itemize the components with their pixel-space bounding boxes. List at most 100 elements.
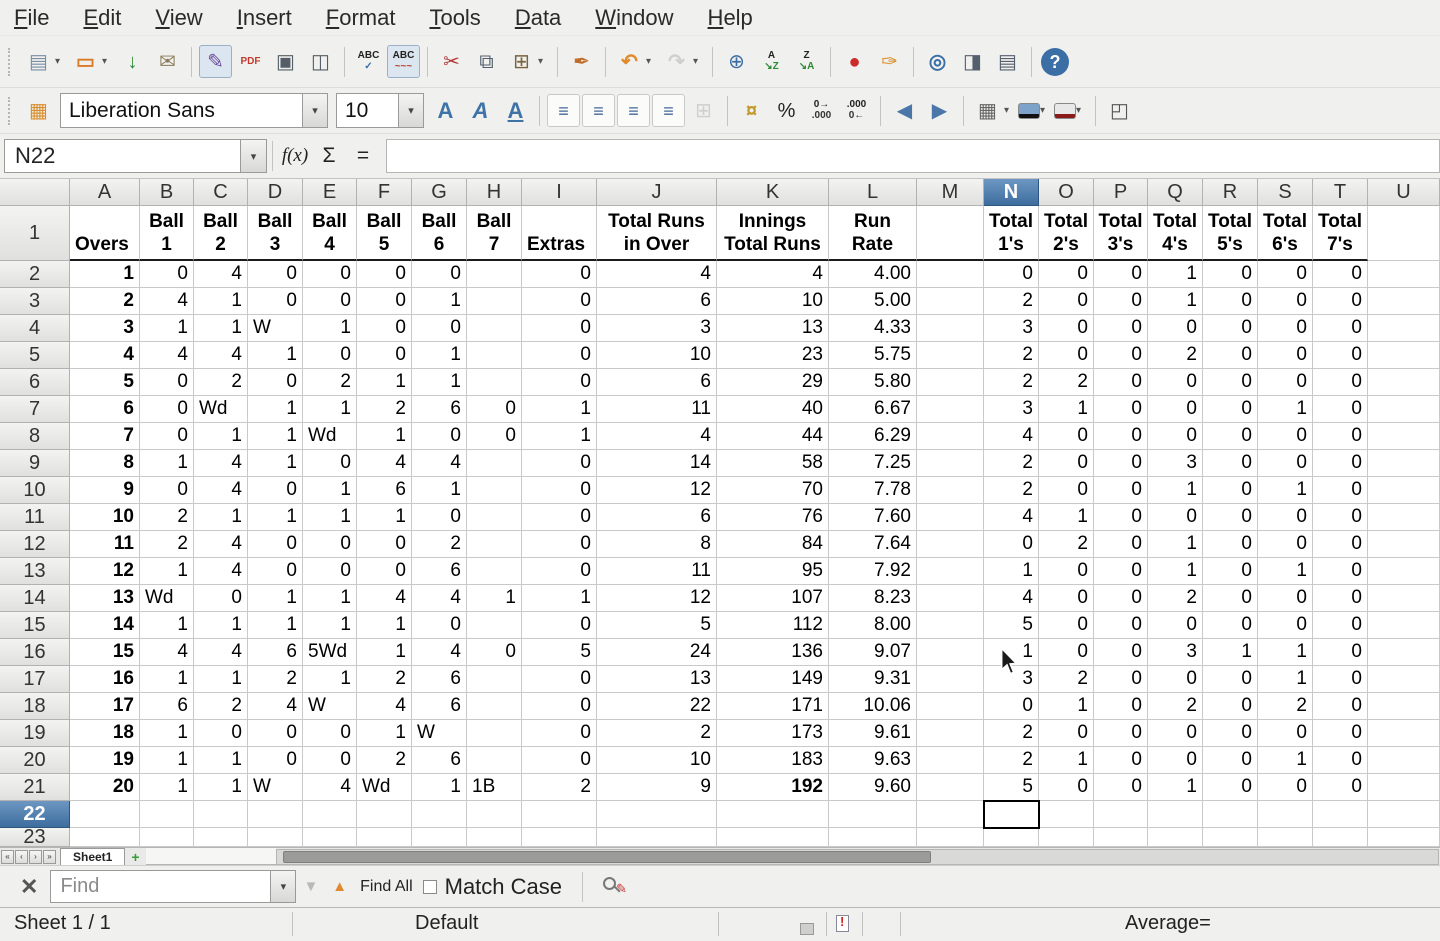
cell-K17[interactable]: 149 [717,666,829,693]
find-input[interactable]: Find ▾ [50,870,296,903]
cell-K6[interactable]: 29 [717,369,829,396]
col-header-Q[interactable]: Q [1148,179,1203,206]
cell-G11[interactable]: 0 [412,504,467,531]
cell-E16[interactable]: 5Wd [303,639,357,666]
cell-F2[interactable]: 0 [357,261,412,288]
cell-D6[interactable]: 0 [248,369,303,396]
font-color-dropdown[interactable]: ▾ [1076,105,1087,116]
col-header-T[interactable]: T [1313,179,1368,206]
cell-U11[interactable] [1368,504,1440,531]
cell-H14[interactable]: 1 [467,585,522,612]
new-document-dropdown[interactable]: ▾ [55,56,66,67]
cell-I11[interactable]: 0 [522,504,597,531]
cell-N12[interactable]: 0 [984,531,1039,558]
cell-D19[interactable]: 0 [248,720,303,747]
sort-descending-icon[interactable]: Z↘A [790,45,823,78]
copy-icon[interactable]: ⧉ [470,45,503,78]
cell-N8[interactable]: 4 [984,423,1039,450]
cell-T22[interactable] [1313,801,1368,828]
cell-J9[interactable]: 14 [597,450,717,477]
cell-F15[interactable]: 1 [357,612,412,639]
cell-I2[interactable]: 0 [522,261,597,288]
cell-T12[interactable]: 0 [1313,531,1368,558]
col-header-I[interactable]: I [522,179,597,206]
cell-I17[interactable]: 0 [522,666,597,693]
cell-A6[interactable]: 5 [70,369,140,396]
cell-U16[interactable] [1368,639,1440,666]
cell-L9[interactable]: 7.25 [829,450,917,477]
cell-A16[interactable]: 15 [70,639,140,666]
cell-Q21[interactable]: 1 [1148,774,1203,801]
cell-B22[interactable] [140,801,194,828]
cell-J20[interactable]: 10 [597,747,717,774]
cell-A17[interactable]: 16 [70,666,140,693]
row-header-6[interactable]: 6 [0,369,70,396]
cell-I20[interactable]: 0 [522,747,597,774]
cell-G1[interactable]: Ball 6 [412,206,467,261]
cell-C6[interactable]: 2 [194,369,248,396]
cell-I21[interactable]: 2 [522,774,597,801]
cell-U15[interactable] [1368,612,1440,639]
cell-T17[interactable]: 0 [1313,666,1368,693]
cell-J17[interactable]: 13 [597,666,717,693]
menu-item-file[interactable]: File [14,3,49,33]
cell-G19[interactable]: W [412,720,467,747]
cell-B20[interactable]: 1 [140,747,194,774]
cell-I9[interactable]: 0 [522,450,597,477]
row-header-9[interactable]: 9 [0,450,70,477]
cell-L5[interactable]: 5.75 [829,342,917,369]
cell-M15[interactable] [917,612,984,639]
cell-P18[interactable]: 0 [1094,693,1148,720]
cell-J16[interactable]: 24 [597,639,717,666]
cell-D12[interactable]: 0 [248,531,303,558]
cell-J18[interactable]: 22 [597,693,717,720]
cell-O3[interactable]: 0 [1039,288,1094,315]
cell-M1[interactable] [917,206,984,261]
insert-mode-icon[interactable] [800,918,814,941]
cell-E8[interactable]: Wd [303,423,357,450]
cell-P16[interactable]: 0 [1094,639,1148,666]
spelling-icon[interactable]: ABC✓ [352,45,385,78]
cell-R15[interactable]: 0 [1203,612,1258,639]
underline-icon[interactable]: A [499,94,532,127]
col-header-J[interactable]: J [597,179,717,206]
cell-P19[interactable]: 0 [1094,720,1148,747]
edit-mode-icon[interactable]: ✎ [199,45,232,78]
cell-C9[interactable]: 4 [194,450,248,477]
cell-S8[interactable]: 0 [1258,423,1313,450]
row-header-3[interactable]: 3 [0,288,70,315]
cell-U12[interactable] [1368,531,1440,558]
cell-E3[interactable]: 0 [303,288,357,315]
send-email-icon[interactable]: ✉ [151,45,184,78]
cell-H16[interactable]: 0 [467,639,522,666]
cell-T21[interactable]: 0 [1313,774,1368,801]
cell-D7[interactable]: 1 [248,396,303,423]
cell-D21[interactable]: W [248,774,303,801]
cell-K19[interactable]: 173 [717,720,829,747]
cell-N6[interactable]: 2 [984,369,1039,396]
cell-A22[interactable] [70,801,140,828]
previous-sheet-icon[interactable]: ‹ [15,850,28,864]
cell-K23[interactable] [717,828,829,847]
cell-G21[interactable]: 1 [412,774,467,801]
cell-G4[interactable]: 0 [412,315,467,342]
cell-N18[interactable]: 0 [984,693,1039,720]
cell-H15[interactable] [467,612,522,639]
cell-C1[interactable]: Ball 2 [194,206,248,261]
cell-M17[interactable] [917,666,984,693]
save-icon[interactable]: ↓ [116,45,149,78]
cell-P21[interactable]: 0 [1094,774,1148,801]
cell-U9[interactable] [1368,450,1440,477]
cell-U18[interactable] [1368,693,1440,720]
cell-J6[interactable]: 6 [597,369,717,396]
font-name-dropdown[interactable]: ▾ [302,93,328,128]
cell-P17[interactable]: 0 [1094,666,1148,693]
row-header-15[interactable]: 15 [0,612,70,639]
cell-D2[interactable]: 0 [248,261,303,288]
cell-Q10[interactable]: 1 [1148,477,1203,504]
cell-I12[interactable]: 0 [522,531,597,558]
cell-B6[interactable]: 0 [140,369,194,396]
cell-T11[interactable]: 0 [1313,504,1368,531]
cell-D5[interactable]: 1 [248,342,303,369]
cell-D23[interactable] [248,828,303,847]
